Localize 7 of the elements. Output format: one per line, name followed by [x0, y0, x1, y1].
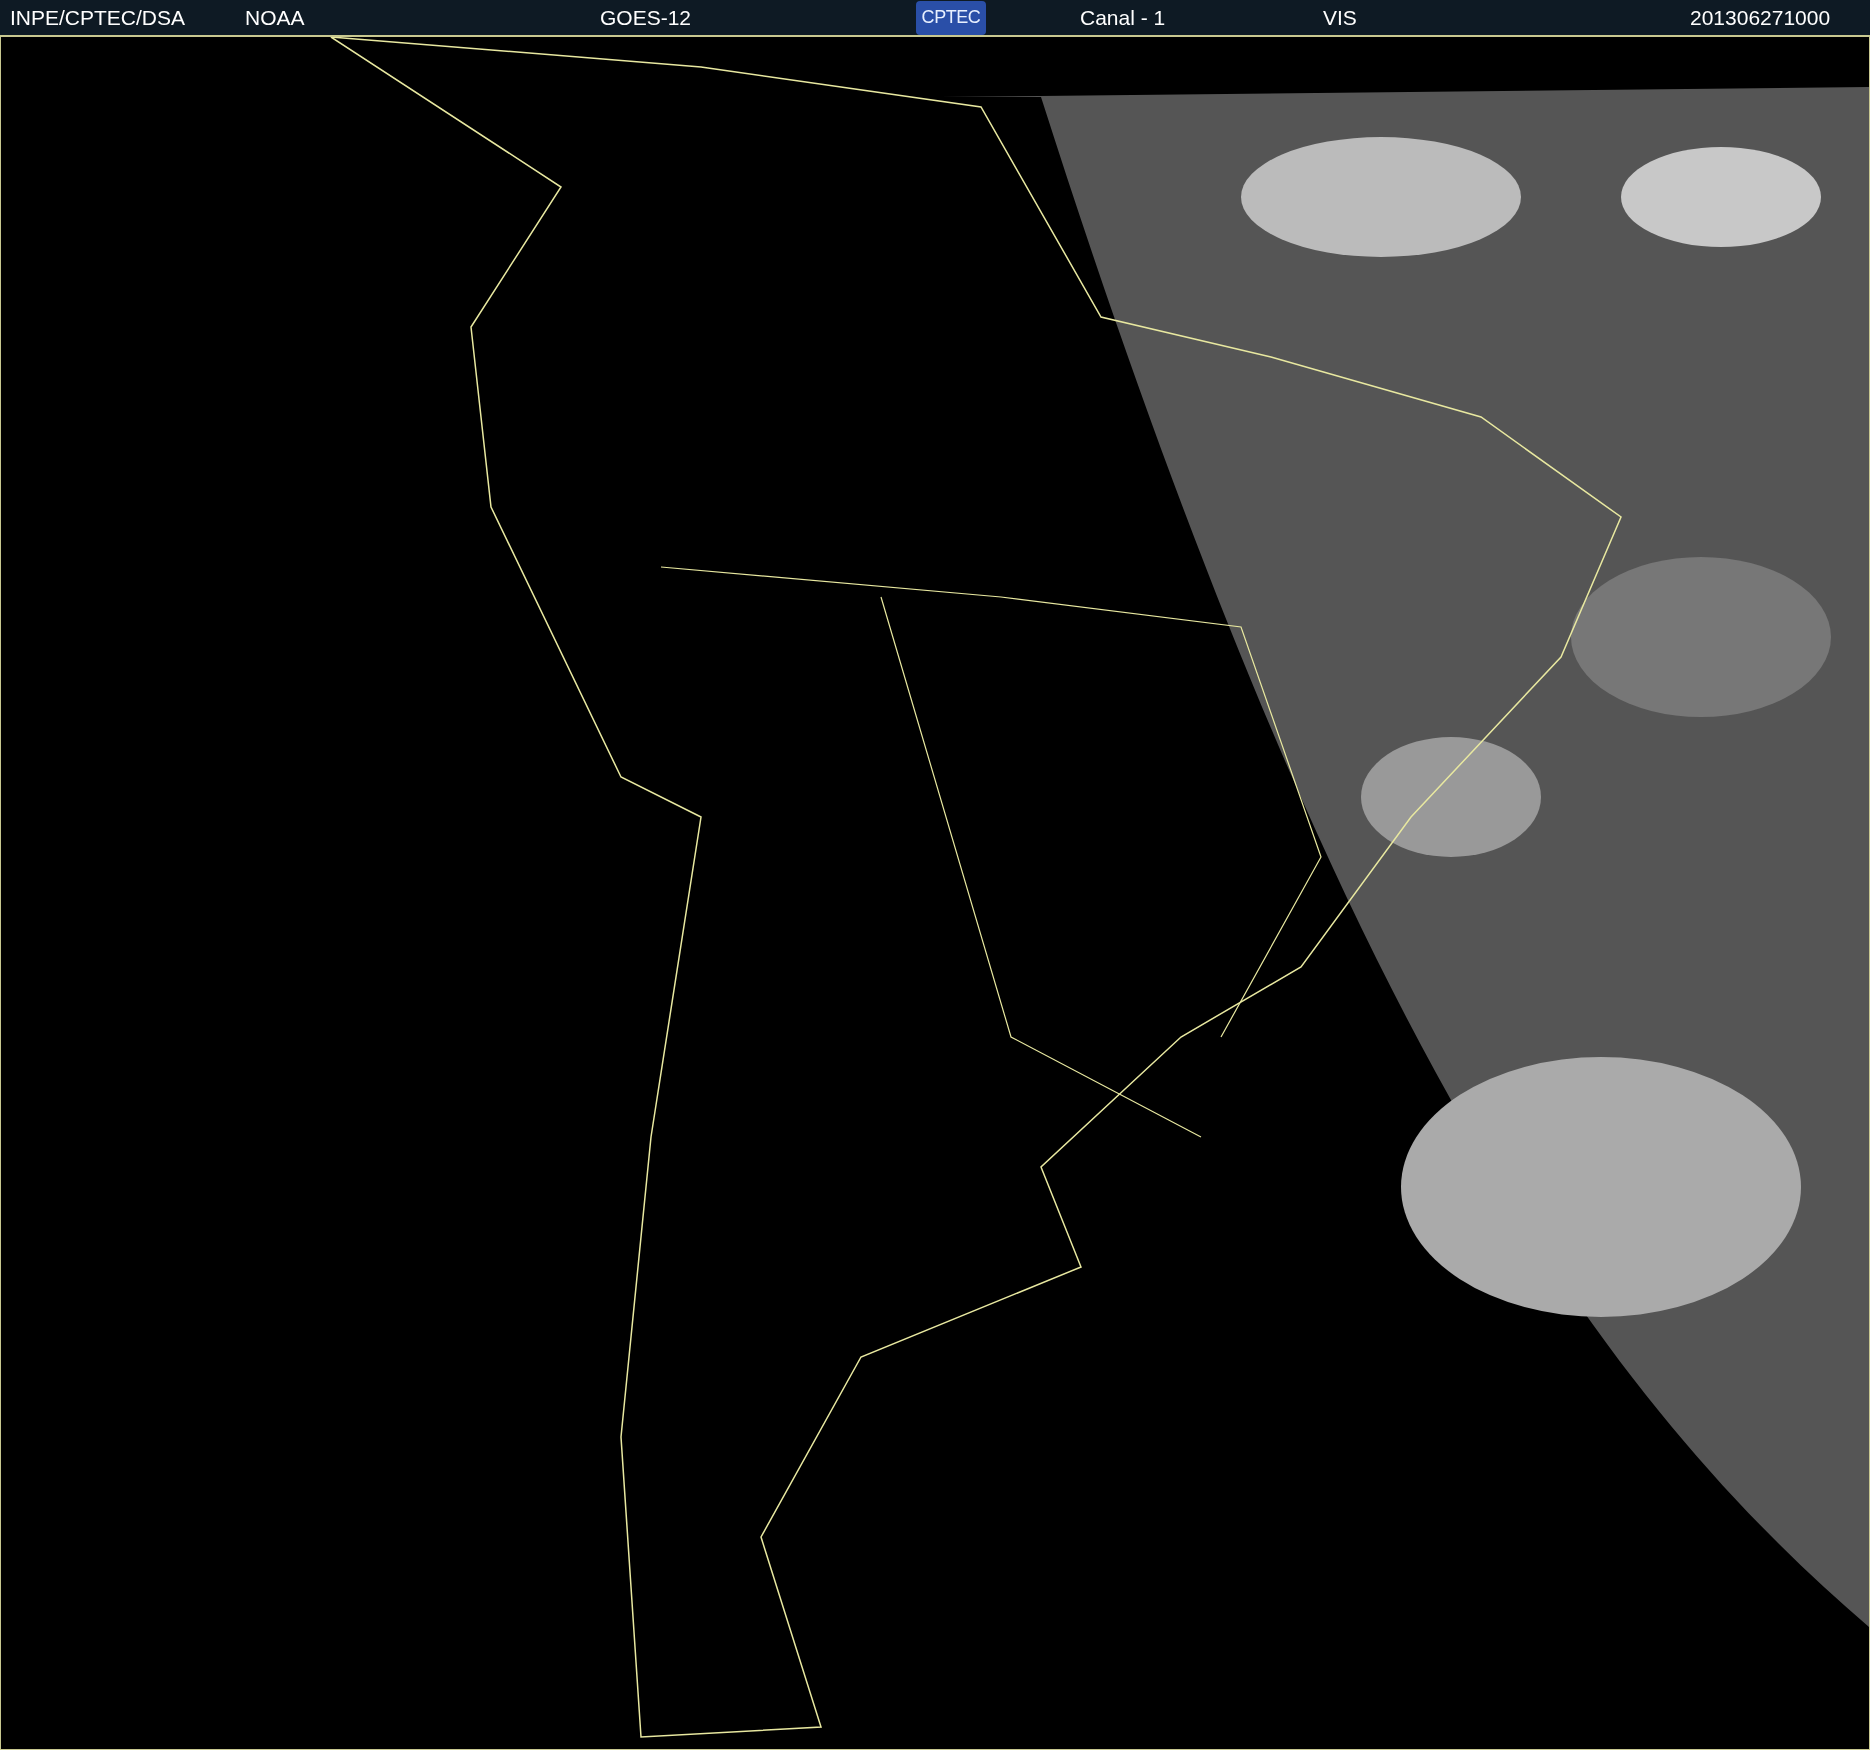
satellite-label: GOES-12 [600, 4, 693, 31]
logo: CPTEC [916, 0, 986, 35]
agency-label: NOAA [245, 4, 306, 31]
source-label: INPE/CPTEC/DSA [10, 4, 187, 31]
band-label: VIS [1323, 4, 1358, 31]
channel-label: Canal - 1 [1080, 4, 1167, 31]
timestamp-label: 201306271000 [1690, 4, 1831, 31]
